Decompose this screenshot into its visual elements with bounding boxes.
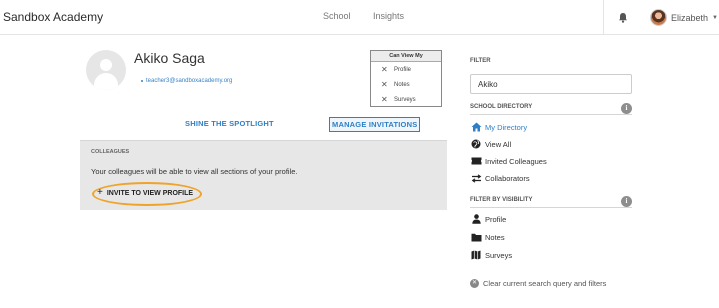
info-icon[interactable]: i <box>621 196 632 207</box>
sidebar-item-profile[interactable]: Profile <box>470 214 506 224</box>
clear-filters-link[interactable]: ✕ Clear current search query and filters <box>470 279 606 288</box>
sidebar-item-label: My Directory <box>485 122 528 132</box>
profile-name: Akiko Saga <box>134 50 205 66</box>
invite-to-view-profile-button[interactable]: + INVITE TO VIEW PROFILE <box>97 188 193 198</box>
tab-shine-the-spotlight[interactable]: SHINE THE SPOTLIGHT <box>185 119 274 128</box>
filter-label: FILTER <box>470 58 491 64</box>
can-view-item-notes: ✕ Notes <box>371 77 441 92</box>
can-view-label: Profile <box>394 66 412 73</box>
sidebar-item-label: Invited Colleagues <box>485 156 547 166</box>
person-icon <box>470 214 482 224</box>
home-icon <box>470 122 482 132</box>
sidebar-item-surveys[interactable]: Surveys <box>470 250 512 260</box>
x-icon: ✕ <box>381 64 388 74</box>
brand-logo[interactable]: Sandbox Academy <box>3 10 103 24</box>
can-view-panel: Can View My ✕ Profile ✕ Notes ✕ Surveys <box>370 50 442 107</box>
user-menu[interactable]: Elizabeth ▼ <box>650 7 718 28</box>
info-icon[interactable]: i <box>621 103 632 114</box>
nav-link-school[interactable]: School <box>323 11 351 21</box>
colleagues-title: COLLEAGUES <box>91 149 130 155</box>
invite-label: INVITE TO VIEW PROFILE <box>106 189 194 197</box>
x-icon: ✕ <box>381 79 388 89</box>
clear-icon: ✕ <box>470 279 479 288</box>
filter-input[interactable] <box>470 74 632 94</box>
sidebar-item-my-directory[interactable]: My Directory <box>470 122 527 132</box>
map-icon <box>470 250 482 260</box>
colleagues-panel: COLLEAGUES Your colleagues will be able … <box>80 140 447 210</box>
section-divider <box>470 114 632 115</box>
user-name: Elizabeth <box>671 12 709 23</box>
school-directory-label: SCHOOL DIRECTORY <box>470 104 533 110</box>
can-view-item-surveys: ✕ Surveys <box>371 92 441 107</box>
profile-email[interactable]: teacher3@sandboxacademy.org <box>140 78 232 84</box>
plus-icon: + <box>97 187 103 198</box>
colleagues-description: Your colleagues will be able to view all… <box>91 167 298 176</box>
tab-manage-invitations[interactable]: MANAGE INVITATIONS <box>329 117 421 132</box>
user-avatar <box>650 9 667 26</box>
sidebar-item-view-all[interactable]: View All <box>470 139 511 149</box>
can-view-label: Notes <box>394 81 410 88</box>
filter-by-visibility-label: FILTER BY VISIBILITY <box>470 197 533 203</box>
can-view-item-profile: ✕ Profile <box>371 62 441 77</box>
sidebar-item-label: View All <box>485 139 512 149</box>
sidebar-item-label: Notes <box>485 232 505 242</box>
top-navbar: Sandbox Academy School Insights Elizabet… <box>0 0 719 35</box>
chevron-down-icon: ▼ <box>712 14 718 21</box>
sidebar-item-collaborators[interactable]: Collaborators <box>470 173 530 183</box>
bell-icon[interactable] <box>618 12 628 23</box>
section-divider <box>470 207 632 208</box>
globe-icon <box>470 139 482 149</box>
profile-avatar <box>86 50 126 90</box>
sidebar-item-label: Surveys <box>485 250 513 260</box>
can-view-title: Can View My <box>371 51 441 62</box>
sidebar-item-invited-colleagues[interactable]: Invited Colleagues <box>470 156 547 166</box>
x-icon: ✕ <box>381 94 388 104</box>
clear-filters-label: Clear current search query and filters <box>483 279 607 288</box>
sidebar-item-label: Profile <box>485 214 507 224</box>
folder-icon <box>470 232 482 242</box>
can-view-label: Surveys <box>394 96 416 103</box>
ticket-icon <box>470 156 482 166</box>
navbar-divider <box>603 0 604 35</box>
sidebar-item-label: Collaborators <box>485 173 530 183</box>
swap-arrows-icon <box>470 173 482 183</box>
sidebar-item-notes[interactable]: Notes <box>470 232 505 242</box>
nav-link-insights[interactable]: Insights <box>373 11 404 21</box>
